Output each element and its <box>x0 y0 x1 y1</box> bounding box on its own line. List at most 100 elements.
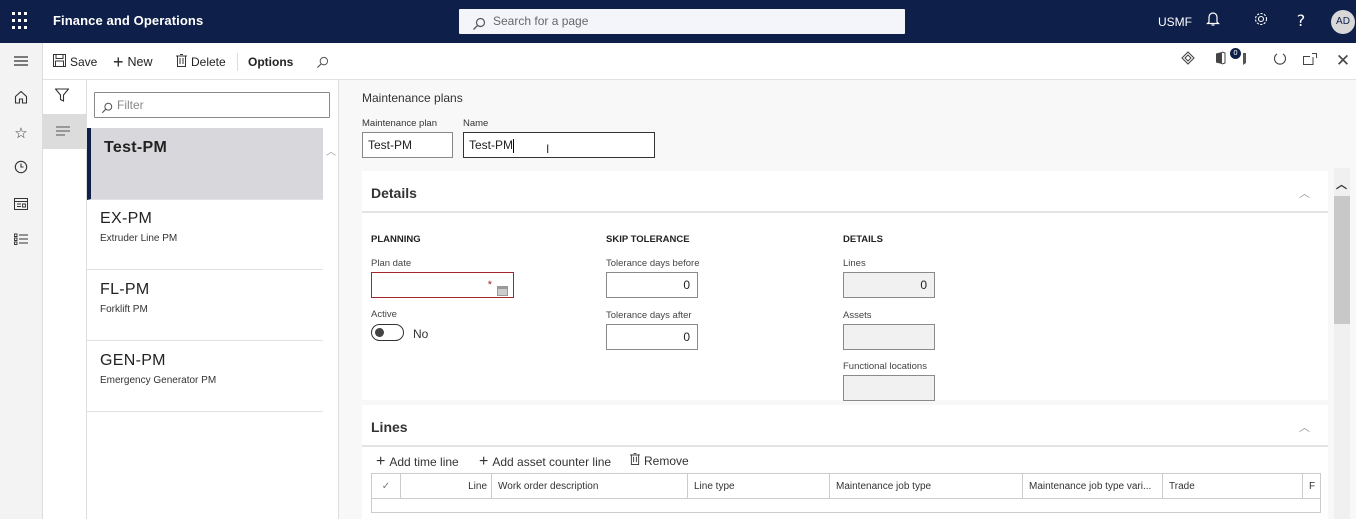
new-button[interactable]: + New <box>113 51 153 72</box>
calendar-icon[interactable] <box>497 280 508 304</box>
maintenance-plan-field[interactable]: Test-PM <box>362 132 453 158</box>
name-label: Name <box>463 118 489 129</box>
column-header-line-type[interactable]: Line type <box>688 474 830 499</box>
tolerance-before-field[interactable]: 0 <box>606 272 698 298</box>
save-label: Save <box>70 55 98 69</box>
tolerance-before-label: Tolerance days before <box>606 258 700 269</box>
app-title: Finance and Operations <box>53 13 204 28</box>
list-item-title: EX-PM <box>100 210 153 227</box>
list-item-subtitle: Forklift PM <box>100 304 148 315</box>
workspace-icon[interactable] <box>11 195 31 215</box>
clock-icon[interactable] <box>11 159 31 179</box>
filter-icon[interactable] <box>54 88 70 106</box>
details-title[interactable]: Details <box>371 185 417 201</box>
functional-locations-field <box>843 375 935 401</box>
column-header-trade[interactable]: Trade <box>1163 474 1303 499</box>
column-header-work-order-description[interactable]: Work order description <box>492 474 688 499</box>
close-icon[interactable]: ✕ <box>1333 51 1353 71</box>
bell-icon[interactable] <box>1203 11 1223 31</box>
home-icon[interactable] <box>11 89 31 109</box>
power-apps-icon[interactable] <box>1178 51 1198 71</box>
options-tab[interactable]: Options <box>248 53 293 71</box>
add-asset-counter-line-label: Add asset counter line <box>492 455 612 469</box>
list-scroll-up-icon[interactable]: ︿ <box>326 143 336 158</box>
list-item-subtitle: Emergency Generator PM <box>100 375 217 386</box>
column-header-line[interactable]: Line <box>401 474 492 499</box>
plan-date-label: Plan date <box>371 258 412 269</box>
list-view-toggle[interactable] <box>43 114 86 149</box>
collapse-chevron-icon[interactable]: ︿ <box>1299 419 1310 435</box>
active-label: Active <box>371 309 397 320</box>
column-header-maintenance-job-type-variant[interactable]: Maintenance job type vari... <box>1023 474 1163 499</box>
divider <box>362 211 1328 213</box>
tolerance-after-label: Tolerance days after <box>606 310 692 321</box>
vertical-scrollbar[interactable]: ︿ <box>1334 168 1350 519</box>
save-button[interactable]: Save <box>53 53 97 71</box>
grid-header: ✓ Line Work order description Line type … <box>372 474 1320 499</box>
trash-icon <box>630 453 640 468</box>
add-asset-counter-line-button[interactable]: + Add asset counter line <box>479 453 611 471</box>
remove-label: Remove <box>644 453 689 468</box>
trash-icon <box>176 54 187 70</box>
gear-icon[interactable] <box>1251 11 1271 31</box>
list-item-title: GEN-PM <box>100 352 166 369</box>
search-icon <box>101 98 113 122</box>
record-list-pane: Filter Test-PM EX-PM Extruder Line PM FL… <box>87 80 339 519</box>
divider <box>237 53 238 71</box>
remove-line-button[interactable]: Remove <box>630 453 689 468</box>
navigation-rail: ☆ <box>0 43 43 519</box>
name-value: Test-PM <box>469 138 514 152</box>
plus-icon: + <box>479 453 489 470</box>
delete-button[interactable]: Delete <box>176 53 226 71</box>
list-filter-input[interactable]: Filter <box>94 92 330 118</box>
notification-count-badge: 0 <box>1230 48 1241 59</box>
star-icon[interactable]: ☆ <box>11 123 31 143</box>
add-time-line-button[interactable]: + Add time line <box>376 453 459 471</box>
list-lines-icon <box>56 126 70 136</box>
company-selector[interactable]: USMF <box>1158 15 1192 29</box>
functional-locations-label: Functional locations <box>843 361 927 372</box>
plan-date-field[interactable]: * <box>371 272 514 298</box>
action-pane: Save + New Delete Options ✕ <box>43 43 1356 80</box>
select-all-checkbox[interactable]: ✓ <box>372 474 401 499</box>
add-time-line-label: Add time line <box>389 455 459 469</box>
plus-icon: + <box>113 51 124 72</box>
column-header-maintenance-job-type[interactable]: Maintenance job type <box>830 474 1023 499</box>
action-search-icon[interactable] <box>316 53 329 71</box>
avatar[interactable]: AD <box>1331 10 1355 34</box>
tolerance-after-field[interactable]: 0 <box>606 324 698 350</box>
details-group-title: DETAILS <box>843 234 883 245</box>
skip-tolerance-group-title: SKIP TOLERANCE <box>606 234 690 245</box>
help-icon[interactable]: ? <box>1291 11 1311 31</box>
new-label: New <box>127 55 153 69</box>
save-icon <box>53 54 66 70</box>
open-new-window-icon[interactable] <box>1300 51 1320 71</box>
column-header-truncated[interactable]: F <box>1303 474 1320 499</box>
search-placeholder: Search for a page <box>493 14 589 28</box>
lines-fasttab: Lines ︿ + Add time line + Add asset coun… <box>362 405 1328 519</box>
hamburger-icon[interactable] <box>11 52 31 72</box>
page-search-input[interactable]: Search for a page <box>459 9 905 34</box>
modules-list-icon[interactable] <box>11 231 31 251</box>
scrollbar-thumb[interactable] <box>1334 196 1350 324</box>
office-icon[interactable] <box>1210 51 1230 71</box>
top-bar: Finance and Operations Search for a page… <box>0 0 1356 43</box>
lines-title[interactable]: Lines <box>371 419 408 435</box>
app-launcher-icon[interactable] <box>12 12 30 30</box>
list-item-subtitle: Extruder Line PM <box>100 233 178 244</box>
list-item[interactable]: Test-PM <box>87 128 323 200</box>
active-toggle[interactable] <box>371 324 404 341</box>
assets-label: Assets <box>843 310 872 321</box>
scroll-up-icon[interactable]: ︿ <box>1336 176 1347 192</box>
breadcrumb: Maintenance plans <box>362 91 463 105</box>
delete-label: Delete <box>191 55 226 69</box>
divider <box>362 445 1328 447</box>
collapse-chevron-icon[interactable]: ︿ <box>1299 185 1310 201</box>
list-item[interactable]: GEN-PM Emergency Generator PM <box>87 342 323 412</box>
plus-icon: + <box>376 453 386 470</box>
name-field[interactable]: Test-PM I <box>463 132 655 158</box>
list-item[interactable]: FL-PM Forklift PM <box>87 271 323 341</box>
list-item[interactable]: EX-PM Extruder Line PM <box>87 200 323 270</box>
maintenance-plan-label: Maintenance plan <box>362 118 437 129</box>
refresh-icon[interactable] <box>1270 51 1290 71</box>
